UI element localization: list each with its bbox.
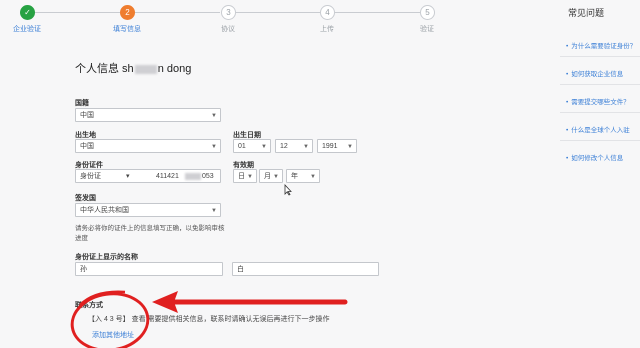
chevron-down-icon: ▼ <box>261 144 267 150</box>
add-address-link[interactable]: 添加其他地址 <box>92 330 134 340</box>
name-on-id-label: 身份证上显示的名称 <box>75 254 138 261</box>
faq-item-label: 如何获取企业信息 <box>571 71 624 78</box>
annotation-arrow-head <box>152 291 178 313</box>
id-type-value: 身份证 <box>80 173 101 180</box>
expiry-year-value: 年 <box>291 173 298 180</box>
faq-item-label: 需要提交哪些文件？ <box>571 99 630 106</box>
chevron-down-icon: ▼ <box>211 208 217 214</box>
expiry-day-select[interactable]: 日 ▼ <box>233 169 257 183</box>
contact-note: 【入 4 3 号】 查看 需要提供相关信息，联系时请确认无误后再进行下一步操作 <box>88 316 330 323</box>
chevron-down-icon: ▼ <box>273 174 279 180</box>
faq-item[interactable]: • 如何修改个人信息 <box>566 152 623 162</box>
id-type-caret: ▾ <box>126 173 130 180</box>
divider <box>560 112 640 113</box>
step-1-label: 企业验证 <box>13 26 41 33</box>
faq-item[interactable]: • 为什么需要验证身份？ <box>566 40 636 50</box>
faq-item-label: 如何修改个人信息 <box>571 155 624 162</box>
expiry-month-select[interactable]: 月 ▼ <box>259 169 283 183</box>
redaction-blur <box>185 173 201 180</box>
chevron-down-icon: ▼ <box>211 144 217 150</box>
birth-day-select[interactable]: 01 ▼ <box>233 139 271 153</box>
faq-item-label: 为什么需要验证身份？ <box>571 43 637 50</box>
bullet-icon: • <box>566 71 569 78</box>
country-select[interactable]: 中国 ▼ <box>75 108 221 122</box>
step-3-indicator: 3 <box>221 5 236 20</box>
title-suffix: n dong <box>157 63 192 75</box>
form-hint: 请务必将你的证件上的信息填写正确，以免影响审核进度 <box>75 225 225 242</box>
faq-item[interactable]: • 需要提交哪些文件？ <box>566 96 630 106</box>
id-number-suffix: 053 <box>202 173 214 180</box>
step-4-indicator: 4 <box>320 5 335 20</box>
faq-item[interactable]: • 什么是全球个人入驻 <box>566 124 630 134</box>
expiry-year-select[interactable]: 年 ▼ <box>286 169 320 183</box>
given-name-value: 白 <box>237 266 244 273</box>
step-connector <box>335 12 420 13</box>
birth-day-value: 01 <box>238 143 246 150</box>
step-2-label: 填写信息 <box>113 26 141 33</box>
expiry-month-value: 月 <box>264 173 271 180</box>
mouse-cursor-icon <box>284 184 292 196</box>
divider <box>560 84 640 85</box>
divider <box>560 140 640 141</box>
step-1-check-icon: ✓ <box>20 5 35 20</box>
given-name-input[interactable]: 白 <box>232 262 379 276</box>
issuer-select[interactable]: 中华人民共和国 ▼ <box>75 203 221 217</box>
birthplace-select[interactable]: 中国 ▼ <box>75 139 221 153</box>
step-connector <box>235 12 320 13</box>
issuer-label: 签发国 <box>75 195 96 202</box>
step-connector <box>35 12 120 13</box>
id-number-field[interactable]: 身份证 ▾ 411421 053 <box>75 169 221 183</box>
chevron-down-icon: ▼ <box>303 144 309 150</box>
bullet-icon: • <box>566 43 569 50</box>
faq-item-label: 什么是全球个人入驻 <box>571 127 630 134</box>
chevron-down-icon: ▼ <box>310 174 316 180</box>
bullet-icon: • <box>566 155 569 162</box>
id-number-prefix: 411421 <box>156 173 179 180</box>
country-value: 中国 <box>80 112 94 119</box>
personal-info-title: 个人信息 sh n dong <box>75 60 191 76</box>
country-label: 国籍 <box>75 100 89 107</box>
birth-year-value: 1991 <box>322 143 338 150</box>
redaction-blur <box>134 64 157 74</box>
faq-title: 常见问题 <box>568 8 605 18</box>
birthplace-value: 中国 <box>80 143 94 150</box>
bullet-icon: • <box>566 99 569 106</box>
birth-month-value: 12 <box>280 143 288 150</box>
contact-section-label: 联系方式 <box>75 302 103 309</box>
progress-stepper: ✓ 企业验证 2 填写信息 3 协议 4 上传 5 验证 <box>0 0 470 40</box>
step-5-indicator: 5 <box>420 5 435 20</box>
birth-year-select[interactable]: 1991 ▼ <box>317 139 357 153</box>
birth-month-select[interactable]: 12 ▼ <box>275 139 313 153</box>
surname-value: 孙 <box>80 266 87 273</box>
surname-input[interactable]: 孙 <box>75 262 223 276</box>
step-5-label: 验证 <box>420 26 434 33</box>
step-3-label: 协议 <box>221 26 235 33</box>
divider <box>560 56 640 57</box>
issuer-value: 中华人民共和国 <box>80 207 129 214</box>
step-connector <box>135 12 220 13</box>
chevron-down-icon: ▼ <box>247 174 253 180</box>
title-prefix: 个人信息 sh <box>75 63 134 75</box>
faq-item[interactable]: • 如何获取企业信息 <box>566 68 623 78</box>
chevron-down-icon: ▼ <box>347 144 353 150</box>
step-4-label: 上传 <box>320 26 334 33</box>
expiry-day-value: 日 <box>238 173 245 180</box>
step-2-indicator: 2 <box>120 5 135 20</box>
chevron-down-icon: ▼ <box>211 113 217 119</box>
bullet-icon: • <box>566 127 569 134</box>
